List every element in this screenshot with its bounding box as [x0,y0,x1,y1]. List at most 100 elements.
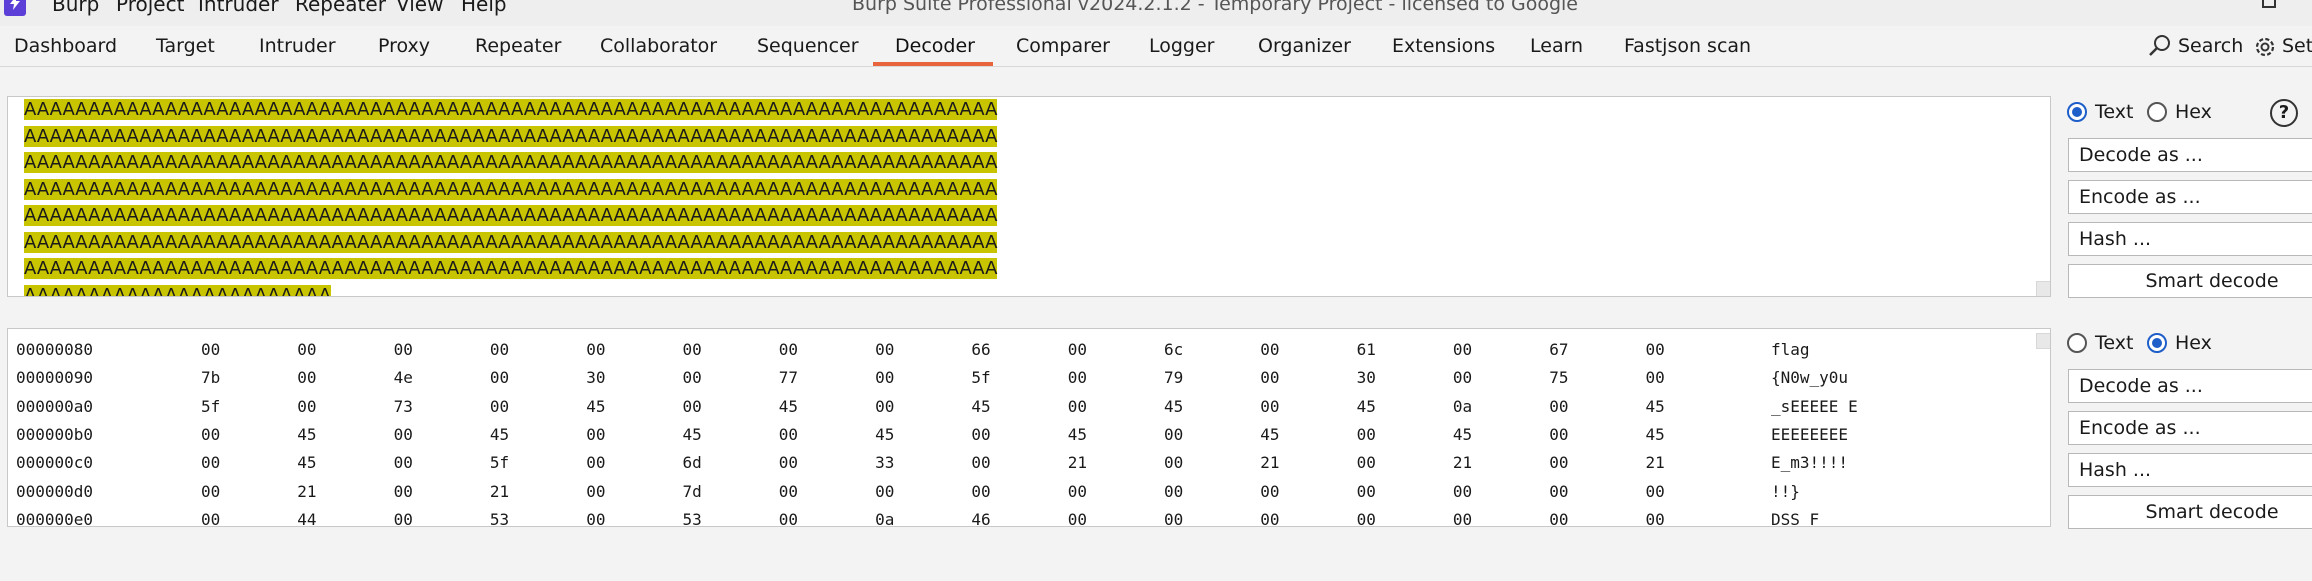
tab-learn[interactable]: Learn [1530,34,1583,58]
hex-byte[interactable]: 45 [1164,393,1183,421]
hex-byte[interactable]: 79 [1164,364,1183,392]
menu-help[interactable]: Help [461,0,507,16]
tab-target[interactable]: Target [156,34,215,58]
tab-logger[interactable]: Logger [1149,34,1215,58]
hex-byte[interactable]: 75 [1549,364,1568,392]
hex-byte[interactable]: 73 [394,393,413,421]
hex-byte[interactable]: 00 [297,364,316,392]
hex-byte[interactable]: 00 [1646,478,1665,506]
hex-byte[interactable]: 00 [1068,336,1087,364]
tab-proxy[interactable]: Proxy [378,34,430,58]
decoder-input-panel[interactable]: AAAAAAAAAAAAAAAAAAAAAAAAAAAAAAAAAAAAAAAA… [7,96,2051,297]
help-icon[interactable]: ? [2270,99,2298,127]
hex-byte[interactable]: 00 [1260,393,1279,421]
hex-byte[interactable]: 00 [1164,449,1183,477]
hex-byte[interactable]: 00 [1068,393,1087,421]
hex-byte[interactable]: 00 [394,506,413,526]
hex-byte[interactable]: 7d [683,478,702,506]
hex-byte[interactable]: 00 [1646,336,1665,364]
hex-byte[interactable]: 00 [201,449,220,477]
menu-burp[interactable]: Burp [52,0,99,16]
hex-byte[interactable]: 45 [1260,421,1279,449]
hex-byte[interactable]: 00 [971,421,990,449]
hex-byte[interactable]: 45 [1646,393,1665,421]
decode-as-dropdown[interactable]: Decode as ... [2068,369,2312,403]
hex-byte[interactable]: 00 [1357,449,1376,477]
text-radio[interactable] [2067,333,2087,353]
hex-row[interactable]: 000000d0 00 21 00 21 00 7d 00 00 00 00 00 00 00 00 00 00… [16,478,2036,506]
hex-byte[interactable]: 44 [297,506,316,526]
tab-intruder[interactable]: Intruder [259,34,336,58]
hex-byte[interactable]: 00 [490,364,509,392]
hex-byte[interactable]: 00 [779,506,798,526]
hex-row[interactable]: 000000b0 00 45 00 45 00 45 00 45 00 45 00 45 00 45 00 45… [16,421,2036,449]
hex-byte[interactable]: 00 [971,449,990,477]
hex-byte[interactable]: 00 [1646,506,1665,526]
hex-byte[interactable]: 21 [1646,449,1665,477]
hex-byte[interactable]: 00 [779,449,798,477]
text-radio-label[interactable]: Text [2095,100,2133,124]
hex-byte[interactable]: 00 [1549,449,1568,477]
hex-byte[interactable]: 30 [586,364,605,392]
hex-byte[interactable]: 45 [1646,421,1665,449]
hex-byte[interactable]: 21 [297,478,316,506]
decoder-hex-panel[interactable]: 00000080 00 00 00 00 00 00 00 00 66 00 6c 00 61 00 67 00… [7,328,2051,527]
decode-as-dropdown[interactable]: Decode as ... [2068,138,2312,172]
hex-byte[interactable]: 00 [1164,506,1183,526]
hex-byte[interactable]: 00 [586,449,605,477]
menu-view[interactable]: View [396,0,443,16]
hex-byte[interactable]: 00 [1453,478,1472,506]
hash-dropdown[interactable]: Hash ... [2068,453,2312,487]
hex-byte[interactable]: 0a [875,506,894,526]
hex-byte[interactable]: 00 [490,336,509,364]
hex-byte[interactable]: 21 [490,478,509,506]
hex-byte[interactable]: 00 [1260,506,1279,526]
hex-byte[interactable]: 00 [586,478,605,506]
tab-comparer[interactable]: Comparer [1016,34,1110,58]
hex-byte[interactable]: 00 [201,478,220,506]
hex-byte[interactable]: 00 [201,506,220,526]
hex-byte[interactable]: 67 [1549,336,1568,364]
hex-byte[interactable]: 00 [1549,393,1568,421]
tab-decoder[interactable]: Decoder [895,34,975,58]
hex-radio-label[interactable]: Hex [2175,100,2212,124]
encode-as-dropdown[interactable]: Encode as ... [2068,411,2312,445]
hex-byte[interactable]: 00 [683,336,702,364]
hex-byte[interactable]: 00 [394,421,413,449]
hex-byte[interactable]: 00 [779,336,798,364]
hex-byte[interactable]: 00 [1549,506,1568,526]
hex-byte[interactable]: 00 [586,421,605,449]
hex-row[interactable]: 000000c0 00 45 00 5f 00 6d 00 33 00 21 00 21 00 21 00 21… [16,449,2036,477]
text-radio[interactable] [2067,102,2087,122]
hex-byte[interactable]: 30 [1357,364,1376,392]
hex-byte[interactable]: 00 [875,393,894,421]
menu-project[interactable]: Project [116,0,184,16]
hex-row[interactable]: 000000a0 5f 00 73 00 45 00 45 00 45 00 45 00 45 0a 00 45… [16,393,2036,421]
hex-byte[interactable]: 45 [586,393,605,421]
tab-extensions[interactable]: Extensions [1392,34,1495,58]
decoder-input-text[interactable]: AAAAAAAAAAAAAAAAAAAAAAAAAAAAAAAAAAAAAAAA… [24,97,998,296]
hex-byte[interactable]: 00 [875,364,894,392]
hex-byte[interactable]: 53 [490,506,509,526]
hex-byte[interactable]: 45 [490,421,509,449]
hex-byte[interactable]: 00 [1164,421,1183,449]
tab-organizer[interactable]: Organizer [1258,34,1351,58]
hex-byte[interactable]: 45 [971,393,990,421]
hex-row[interactable]: 00000080 00 00 00 00 00 00 00 00 66 00 6c 00 61 00 67 00… [16,336,2036,364]
hex-byte[interactable]: 00 [1068,364,1087,392]
smart-decode-button[interactable]: Smart decode [2068,495,2312,529]
hex-byte[interactable]: 00 [683,364,702,392]
hex-byte[interactable]: 00 [1646,364,1665,392]
hex-byte[interactable]: 00 [875,478,894,506]
hex-byte[interactable]: 5f [201,393,220,421]
text-radio-label[interactable]: Text [2095,331,2133,355]
hex-byte[interactable]: 00 [1453,506,1472,526]
resize-handle[interactable] [2036,281,2050,296]
hex-byte[interactable]: 00 [1453,336,1472,364]
hex-byte[interactable]: 00 [1260,336,1279,364]
hex-byte[interactable]: 45 [1453,421,1472,449]
hex-byte[interactable]: 7b [201,364,220,392]
hex-byte[interactable]: 6d [683,449,702,477]
tab-sequencer[interactable]: Sequencer [757,34,859,58]
hex-byte[interactable]: 00 [394,449,413,477]
